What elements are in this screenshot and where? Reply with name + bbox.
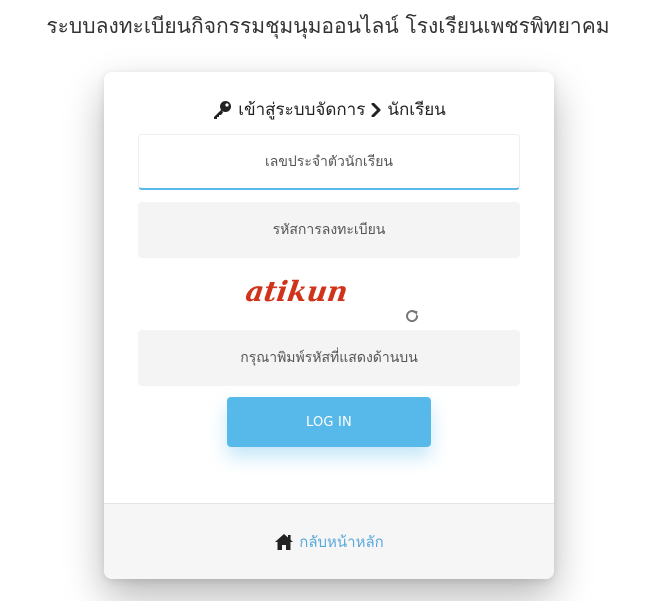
captcha-image: atikun	[246, 277, 350, 307]
home-link[interactable]: กลับหน้าหลัก	[274, 530, 384, 554]
page-title: ระบบลงทะเบียนกิจกรรมชุมนุมออนไลน์ โรงเรี…	[46, 14, 610, 38]
chevron-right-icon	[371, 102, 381, 117]
captcha-input[interactable]	[138, 330, 520, 386]
refresh-icon[interactable]	[404, 308, 420, 324]
key-icon	[212, 100, 232, 120]
home-link-label[interactable]: กลับหน้าหลัก	[299, 530, 384, 554]
login-button[interactable]: LOG IN	[227, 397, 431, 447]
login-heading: เข้าสู่ระบบจัดการ นักเรียน	[104, 96, 554, 123]
captcha-text: atikun	[246, 277, 350, 307]
student-id-input[interactable]	[138, 134, 520, 190]
card-footer: กลับหน้าหลัก	[104, 503, 554, 579]
heading-suffix: นักเรียน	[387, 100, 446, 120]
heading-prefix: เข้าสู่ระบบจัดการ	[238, 100, 366, 120]
home-icon	[274, 533, 294, 551]
password-input[interactable]	[138, 202, 520, 258]
login-card: เข้าสู่ระบบจัดการ นักเรียน atikun LOG IN	[104, 72, 554, 579]
